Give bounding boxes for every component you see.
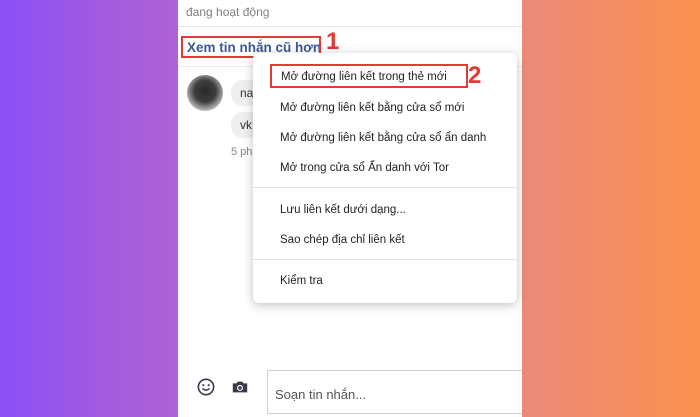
emoji-icon[interactable] <box>197 378 215 396</box>
active-status: đang hoạt động <box>186 5 270 19</box>
message-input[interactable] <box>267 370 522 414</box>
menu-item-open-in-tor[interactable]: Mở trong cửa sổ Ẩn danh với Tor <box>253 154 517 182</box>
step-1-label: 1 <box>326 28 340 55</box>
step-2-label: 2 <box>468 62 482 89</box>
message-time: 5 ph <box>231 146 253 158</box>
camera-icon[interactable] <box>231 378 249 396</box>
menu-separator <box>253 259 517 260</box>
context-menu: Mở đường liên kết trong thẻ mới Mở đường… <box>253 53 517 303</box>
menu-item-open-in-new-window[interactable]: Mở đường liên kết bằng cửa sổ mới <box>253 94 517 122</box>
menu-item-inspect[interactable]: Kiểm tra <box>253 267 517 295</box>
menu-item-copy-link-address[interactable]: Sao chép địa chỉ liên kết <box>253 226 517 254</box>
menu-item-open-in-new-tab[interactable]: Mở đường liên kết trong thẻ mới <box>270 64 468 88</box>
menu-item-open-in-incognito[interactable]: Mở đường liên kết bằng cửa sổ ẩn danh <box>253 124 517 152</box>
menu-separator <box>253 187 517 188</box>
avatar[interactable] <box>187 75 223 111</box>
header-divider <box>178 26 522 27</box>
menu-item-save-link-as[interactable]: Lưu liên kết dưới dạng... <box>253 196 517 224</box>
